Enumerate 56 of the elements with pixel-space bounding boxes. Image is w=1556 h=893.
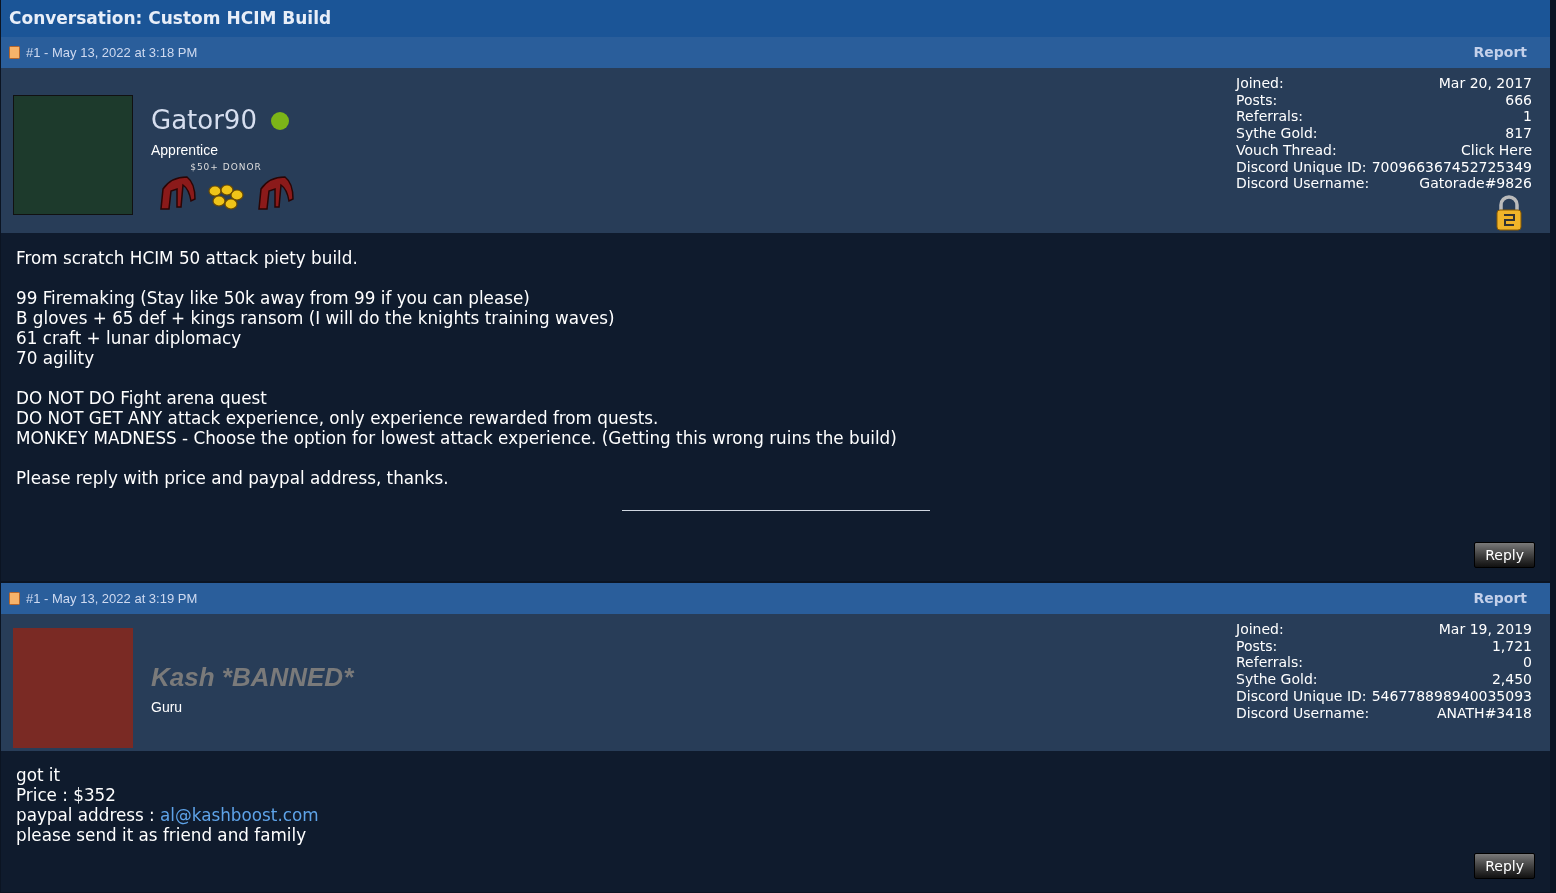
stat-value: 2,450 (1491, 671, 1532, 688)
message-line: MONKEY MADNESS - Choose the option for lowest attack experience. (Getting this wrong ruins the build) (16, 428, 898, 448)
username[interactable]: Gator90 (151, 101, 257, 140)
message-line: B gloves + 65 def + kings ransom (I will do the knights training waves) (16, 308, 616, 328)
message-line: DO NOT GET ANY attack experience, only experience rewarded from quests. (16, 408, 660, 428)
user-rank: Apprentice (151, 141, 219, 160)
stat-value: 0 (1523, 654, 1532, 672)
post-number-date: #1 - May 13, 2022 at 3:19 PM (26, 589, 198, 608)
reply-button[interactable]: Reply (1474, 853, 1535, 879)
stat-value: 546778898940035093 (1371, 687, 1532, 705)
stat-value: 700966367452725349 (1371, 158, 1532, 176)
stat-label: Referrals: (1236, 654, 1303, 672)
stat-label: Posts: (1236, 91, 1278, 109)
stat-label: Referrals: (1236, 108, 1303, 126)
vouch-thread-link[interactable]: Click Here (1461, 141, 1532, 159)
stat-label: Sythe Gold: (1236, 671, 1318, 688)
message-line: DO NOT DO Fight arena quest (16, 388, 268, 408)
badge-label: $50+ DONOR (190, 161, 262, 173)
document-icon (9, 46, 20, 59)
conversation-title: Conversation: Custom HCIM Build (9, 6, 332, 30)
stat-value: 1 (1523, 108, 1532, 126)
stat-label: Sythe Gold: (1236, 125, 1318, 142)
stat-label: Discord Unique ID: (1236, 158, 1367, 176)
report-link[interactable]: Report (1473, 588, 1527, 609)
claw-icon (157, 173, 197, 211)
stat-value: Gatorade#9826 (1419, 175, 1532, 192)
stat-value: ANATH#3418 (1437, 704, 1532, 722)
message-line: From scratch HCIM 50 attack piety build. (16, 248, 359, 268)
document-icon (9, 592, 20, 605)
stat-value: Mar 19, 2019 (1438, 621, 1532, 638)
stat-label: Discord Username: (1236, 175, 1370, 192)
message-line: 61 craft + lunar diplomacy (16, 328, 243, 348)
user-rank: Guru (151, 698, 184, 717)
message-line: paypal address : al@kashboost.com (16, 805, 320, 825)
stat-value: 1,721 (1491, 637, 1532, 655)
email-link[interactable]: al@kashboost.com (160, 805, 319, 825)
message-line: 70 agility (16, 348, 96, 368)
message-line: got it (16, 765, 62, 785)
stat-label: Discord Unique ID: (1236, 687, 1367, 705)
message-line: Please reply with price and paypal address, thanks. (16, 468, 450, 488)
stat-value: 666 (1505, 91, 1532, 109)
stat-label: Joined: (1236, 621, 1284, 638)
stat-value: 817 (1505, 125, 1532, 142)
claw-icon (255, 173, 295, 211)
message-line: Price : $352 (16, 785, 117, 805)
stat-label: Posts: (1236, 637, 1278, 655)
report-link[interactable]: Report (1473, 42, 1527, 63)
stat-value: Mar 20, 2017 (1438, 75, 1532, 92)
coins-icon (207, 183, 245, 211)
message-line: 99 Firemaking (Stay like 50k away from 99 if you can please) (16, 288, 531, 308)
post-number-date: #1 - May 13, 2022 at 3:18 PM (26, 43, 198, 62)
message-line: please send it as friend and family (16, 825, 308, 845)
stat-label: Vouch Thread: (1236, 141, 1337, 159)
stat-label: Discord Username: (1236, 704, 1370, 722)
reply-button[interactable]: Reply (1474, 542, 1535, 568)
stat-label: Joined: (1236, 75, 1284, 92)
